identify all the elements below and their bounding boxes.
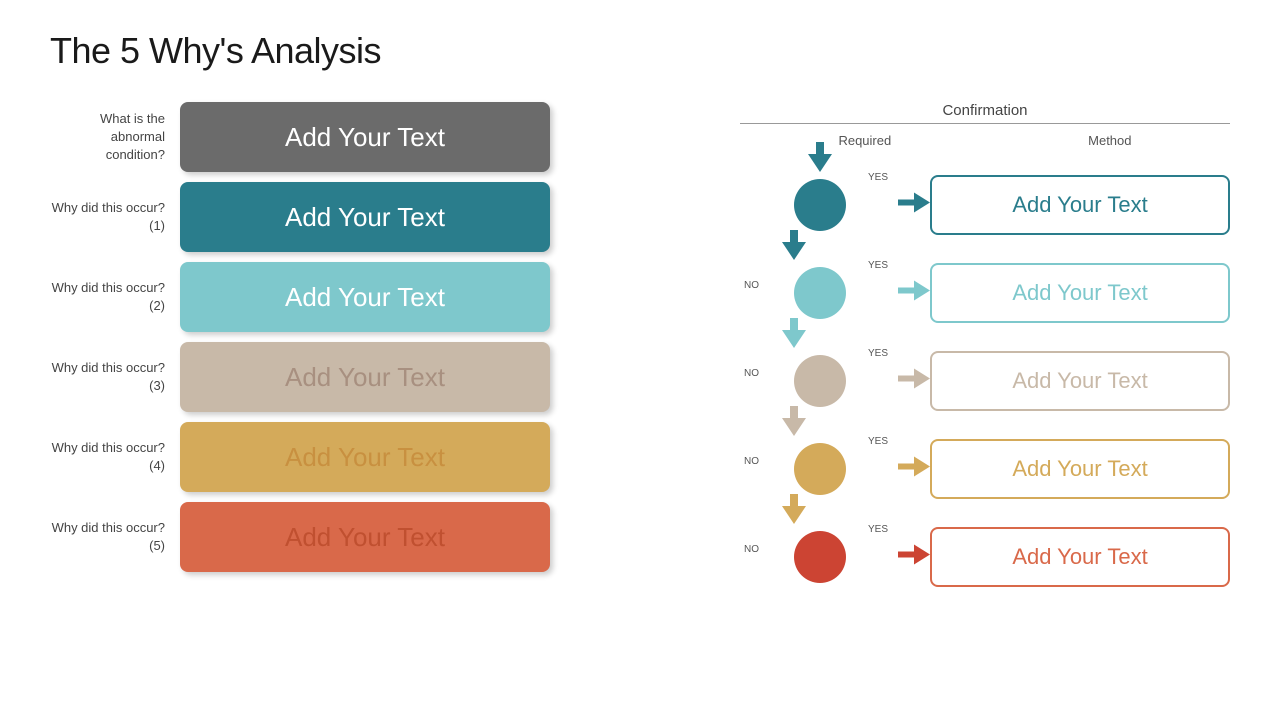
flow-row-3: NO YES Add Your Text	[740, 346, 1230, 416]
no-label-4: NO	[744, 456, 759, 467]
confirmation-title: Confirmation	[740, 102, 1230, 124]
confirm-box-2[interactable]: Add Your Text	[930, 263, 1230, 323]
flow-rows: YES Add Your Text	[740, 160, 1230, 592]
row-1: Why did this occur? (1) Add Your Text	[50, 182, 710, 252]
confirm-box-1[interactable]: Add Your Text	[930, 175, 1230, 235]
yes-label-1: YES	[868, 172, 888, 183]
textbox-1[interactable]: Add Your Text	[180, 182, 550, 252]
textbox-3[interactable]: Add Your Text	[180, 342, 550, 412]
confirm-box-5[interactable]: Add Your Text	[930, 527, 1230, 587]
textbox-4[interactable]: Add Your Text	[180, 422, 550, 492]
flow-row-2: NO YES Add Your Text	[740, 258, 1230, 328]
no-label-5: NO	[744, 544, 759, 555]
confirm-box-3[interactable]: Add Your Text	[930, 351, 1230, 411]
col-method: Method	[1088, 133, 1131, 148]
left-panel: What is the abnormal condition? Add Your…	[50, 102, 710, 592]
flow-row-1: YES Add Your Text	[740, 170, 1230, 240]
label-4: Why did this occur? (4)	[50, 439, 180, 475]
flow-row-5: NO YES Add Your Text	[740, 522, 1230, 592]
confirmation-header: Confirmation	[740, 102, 1230, 124]
textbox-5[interactable]: Add Your Text	[180, 502, 550, 572]
textbox-2[interactable]: Add Your Text	[180, 262, 550, 332]
col-required: Required	[838, 133, 891, 148]
label-2: Why did this occur? (2)	[50, 279, 180, 315]
label-1: Why did this occur? (1)	[50, 199, 180, 235]
confirm-box-4[interactable]: Add Your Text	[930, 439, 1230, 499]
row-4: Why did this occur? (4) Add Your Text	[50, 422, 710, 492]
flow-row-4: NO YES Add Your Text	[740, 434, 1230, 504]
page-title: The 5 Why's Analysis	[50, 30, 1230, 72]
row-3: Why did this occur? (3) Add Your Text	[50, 342, 710, 412]
right-panel: Confirmation Required Method	[710, 102, 1230, 592]
label-0: What is the abnormal condition?	[50, 110, 180, 165]
yes-label-4: YES	[868, 436, 888, 447]
label-3: Why did this occur? (3)	[50, 359, 180, 395]
no-label-2: NO	[744, 280, 759, 291]
row-0: What is the abnormal condition? Add Your…	[50, 102, 710, 172]
label-5: Why did this occur? (5)	[50, 519, 180, 555]
yes-label-2: YES	[868, 260, 888, 271]
row-5: Why did this occur? (5) Add Your Text	[50, 502, 710, 572]
no-label-3: NO	[744, 368, 759, 379]
yes-label-5: YES	[868, 524, 888, 535]
row-2: Why did this occur? (2) Add Your Text	[50, 262, 710, 332]
yes-label-3: YES	[868, 348, 888, 359]
textbox-0[interactable]: Add Your Text	[180, 102, 550, 172]
